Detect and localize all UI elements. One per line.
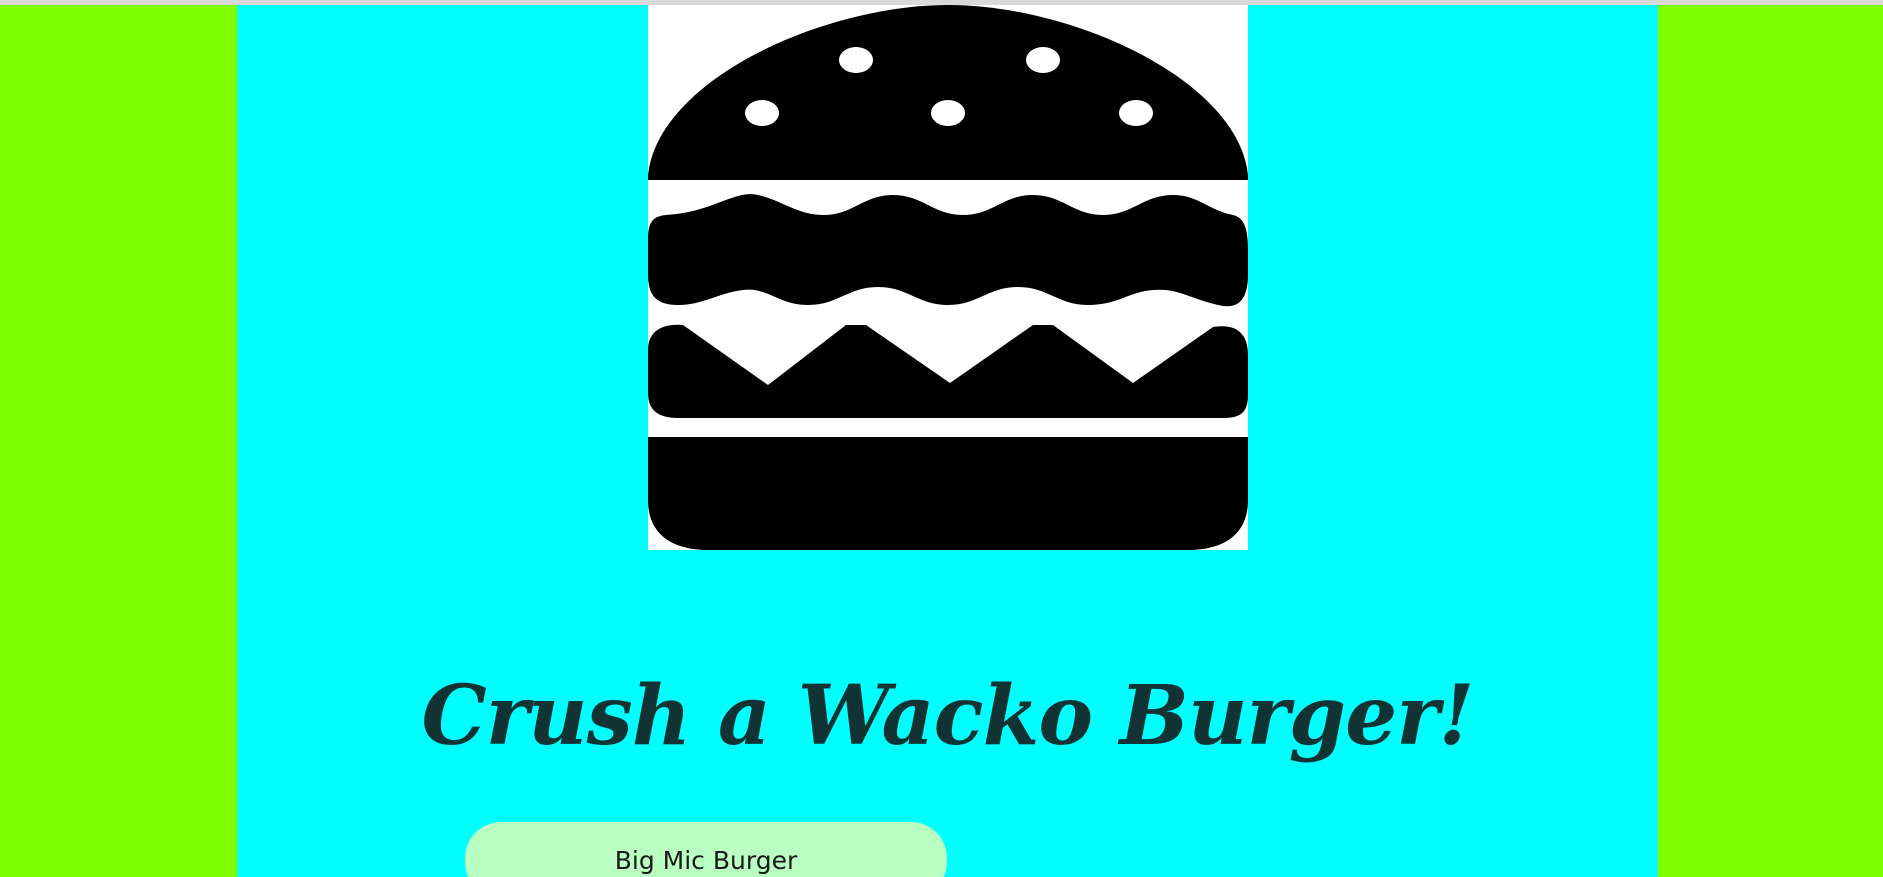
hero-burger-image bbox=[648, 5, 1248, 550]
page-title: Crush a Wacko Burger! bbox=[421, 667, 1474, 764]
burger-icon bbox=[648, 5, 1248, 550]
menu-item-label: Big Mic Burger bbox=[614, 846, 798, 875]
menu-item-big-mic-burger[interactable]: Big Mic Burger bbox=[465, 822, 947, 877]
main-content-column: Crush a Wacko Burger! Big Mic Burger bbox=[237, 5, 1658, 877]
